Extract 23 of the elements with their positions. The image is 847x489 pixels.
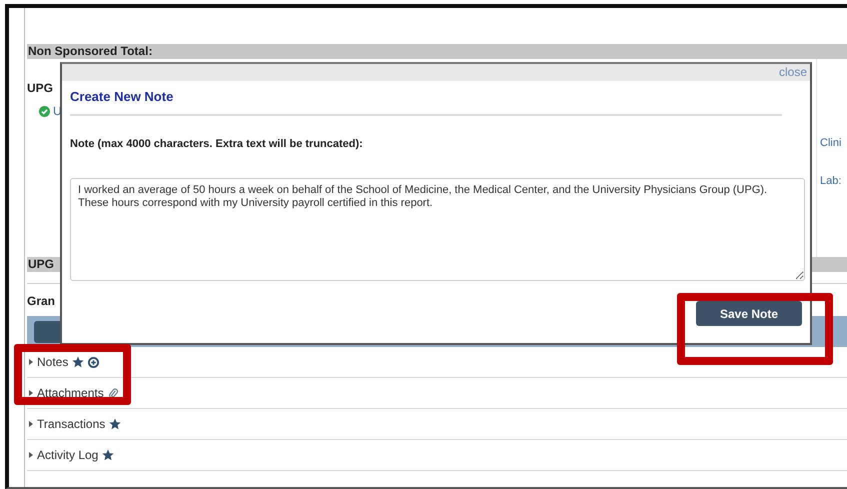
plus-circle-icon[interactable] xyxy=(88,356,100,368)
star-icon xyxy=(72,356,84,368)
dialog-title: Create New Note xyxy=(70,89,174,104)
save-button[interactable]: Save Note xyxy=(696,301,802,326)
link[interactable]: Clini xyxy=(820,137,842,149)
note-field[interactable]: I worked an average of 50 hours a week on behalf of the School of Medicine, the Medical Center, and the University Physicians Group (UPG). These hours correspond with my University payroll certified in this report. xyxy=(70,178,805,281)
field-label: Note (max 4000 characters. Extra text will be truncated): xyxy=(70,138,364,150)
panel-header[interactable]: Transactions xyxy=(27,409,847,440)
section-label: UPG xyxy=(27,81,54,95)
row-label: Gran xyxy=(27,294,56,308)
check-circle-icon xyxy=(39,106,50,116)
link[interactable]: Lab: xyxy=(820,175,842,187)
panel-header[interactable]: Notes xyxy=(27,347,847,378)
star-icon xyxy=(109,418,122,430)
panel-header[interactable]: Attachments xyxy=(27,378,847,409)
panel-header[interactable]: Activity Log xyxy=(27,440,847,471)
panel-title: Attachments xyxy=(37,386,104,400)
paperclip-icon[interactable] xyxy=(108,388,119,398)
panel-title: Notes xyxy=(37,355,68,369)
panel-title: Activity Log xyxy=(37,448,98,462)
panel-title: Transactions xyxy=(37,417,106,431)
section-header: Non Sponsored Total: xyxy=(27,44,847,59)
star-icon xyxy=(102,449,114,461)
